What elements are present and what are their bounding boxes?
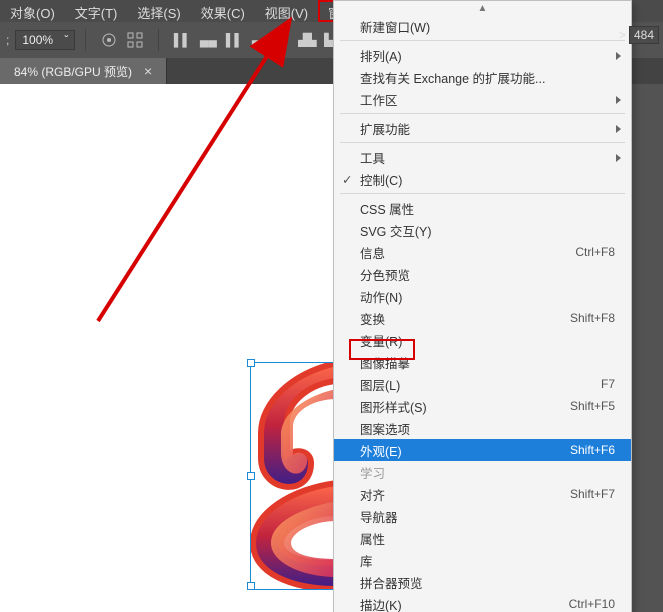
zoom-label: ; — [6, 33, 9, 47]
menu-item-attributes[interactable]: 属性 — [334, 527, 631, 549]
menu-text[interactable]: 文字(T) — [65, 0, 128, 22]
menu-item-transform[interactable]: 变换Shift+F8 — [334, 307, 631, 329]
right-panel[interactable] — [630, 84, 663, 612]
distribute-icon[interactable]: ▟▙ — [297, 30, 317, 50]
menu-item-workspace[interactable]: 工作区 — [334, 88, 631, 110]
window-menu: ▲ 新建窗口(W) 排列(A) 查找有关 Exchange 的扩展功能... 工… — [333, 0, 632, 612]
menu-item-pattern-options[interactable]: 图案选项 — [334, 417, 631, 439]
menu-object[interactable]: 对象(O) — [0, 0, 65, 22]
menu-item-svg[interactable]: SVG 交互(Y) — [334, 219, 631, 241]
align-icon[interactable]: ▄▄ — [198, 30, 218, 50]
tool-icon[interactable] — [125, 30, 145, 50]
menu-item-appearance[interactable]: 外观(E)Shift+F6 — [334, 439, 631, 461]
link-icon[interactable]: > — [619, 28, 626, 42]
selected-artwork[interactable] — [250, 362, 338, 590]
menu-item-css[interactable]: CSS 属性 — [334, 197, 631, 219]
close-icon[interactable]: × — [144, 63, 152, 79]
document-tab-label: 84% (RGB/GPU 预览) — [14, 63, 132, 80]
menu-item-learn: 学习 — [334, 461, 631, 483]
menu-item-arrange[interactable]: 排列(A) — [334, 44, 631, 66]
menu-item-control[interactable]: 控制(C) — [334, 168, 631, 190]
menu-item-layers[interactable]: 图层(L)F7 — [334, 373, 631, 395]
menu-view[interactable]: 视图(V) — [255, 0, 318, 22]
menu-item-sep-preview[interactable]: 分色预览 — [334, 263, 631, 285]
width-input[interactable]: 484 — [629, 26, 659, 44]
menu-item-align[interactable]: 对齐Shift+F7 — [334, 483, 631, 505]
zoom-select[interactable]: 100% ˇ — [15, 30, 75, 50]
chevron-down-icon: ˇ — [64, 33, 68, 47]
scroll-up-icon[interactable]: ▲ — [334, 1, 631, 15]
width-input-group: > 484 — [619, 28, 659, 42]
align-icon[interactable]: ▌▌ — [172, 30, 192, 50]
menu-item-info[interactable]: 信息Ctrl+F8 — [334, 241, 631, 263]
tool-icon[interactable] — [99, 30, 119, 50]
menu-item-graphic-styles[interactable]: 图形样式(S)Shift+F5 — [334, 395, 631, 417]
menu-select[interactable]: 选择(S) — [127, 0, 190, 22]
menu-item-new-window[interactable]: 新建窗口(W) — [334, 15, 631, 37]
menu-item-extensions[interactable]: 扩展功能 — [334, 117, 631, 139]
menu-item-image-trace[interactable]: 图像描摹 — [334, 351, 631, 373]
zoom-value: 100% — [22, 33, 53, 47]
menu-item-libraries[interactable]: 库 — [334, 549, 631, 571]
document-tab[interactable]: 84% (RGB/GPU 预览) × — [0, 58, 167, 84]
menu-effect[interactable]: 效果(C) — [191, 0, 255, 22]
menu-item-flattener[interactable]: 拼合器预览 — [334, 571, 631, 593]
align-icon[interactable]: ▄▄ — [250, 30, 270, 50]
menu-item-tools[interactable]: 工具 — [334, 146, 631, 168]
menu-item-stroke[interactable]: 描边(K)Ctrl+F10 — [334, 593, 631, 612]
menu-item-exchange[interactable]: 查找有关 Exchange 的扩展功能... — [334, 66, 631, 88]
menu-item-actions[interactable]: 动作(N) — [334, 285, 631, 307]
menu-item-variables[interactable]: 变量(R) — [334, 329, 631, 351]
align-icon[interactable]: ▌▌ — [224, 30, 244, 50]
menu-item-navigator[interactable]: 导航器 — [334, 505, 631, 527]
